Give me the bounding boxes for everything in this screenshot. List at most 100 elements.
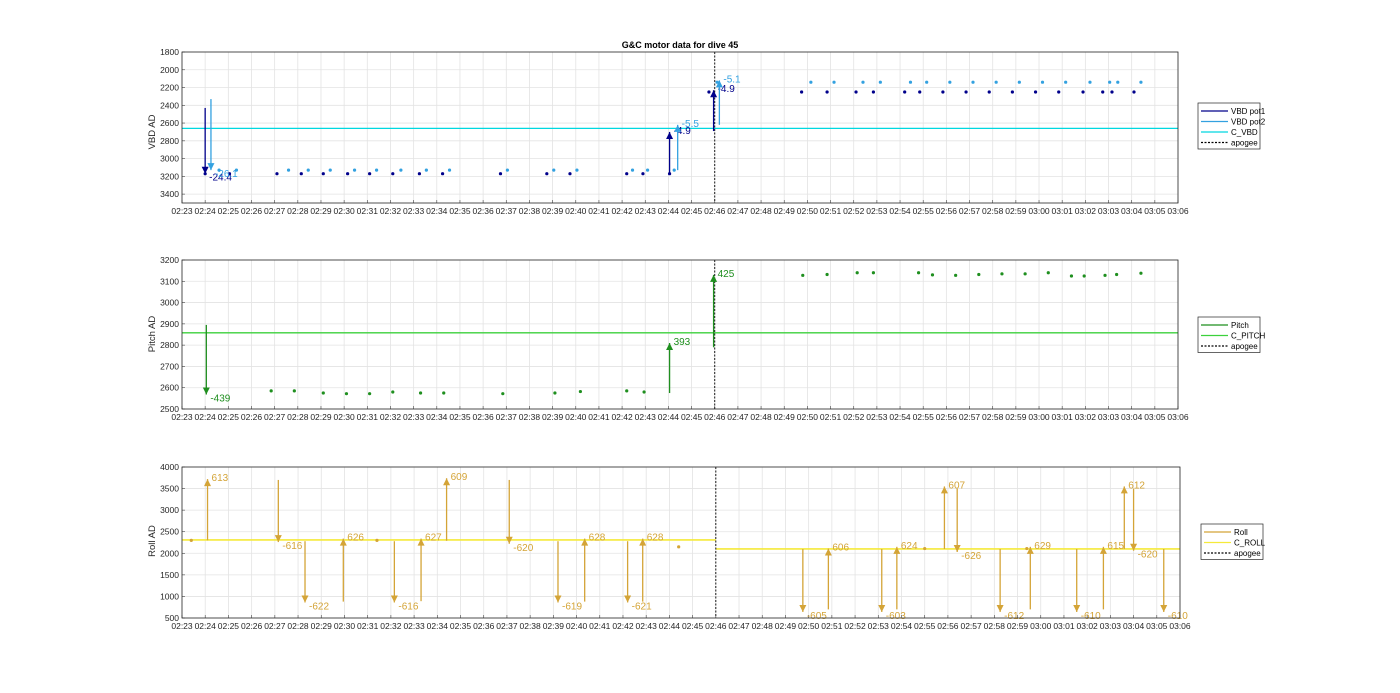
x-tick-label: 02:28 — [287, 621, 309, 631]
x-tick-label: 02:53 — [868, 621, 890, 631]
data-point — [903, 90, 907, 94]
x-tick-label: 02:43 — [635, 206, 657, 216]
data-point — [630, 168, 635, 172]
data-point — [391, 172, 395, 176]
data-point — [645, 168, 650, 172]
x-tick-label: 02:27 — [264, 412, 286, 422]
data-point — [418, 391, 423, 395]
y-tick-label: 1800 — [160, 47, 179, 57]
x-tick-label: 02:35 — [449, 206, 471, 216]
x-tick-label: 02:40 — [565, 412, 587, 422]
x-tick-label: 02:45 — [681, 412, 703, 422]
data-point — [1116, 80, 1120, 84]
x-tick-label: 02:45 — [681, 206, 703, 216]
x-tick-label: 02:42 — [611, 206, 633, 216]
annotation-label: -619 — [562, 601, 582, 612]
annotation-label: 612 — [1128, 480, 1145, 491]
x-tick-label: 02:33 — [403, 621, 425, 631]
data-point — [707, 90, 711, 94]
y-tick-label: 2000 — [160, 548, 179, 558]
roll-y-axis-label: Roll AD — [147, 525, 158, 557]
annotation-label: -616 — [282, 541, 302, 552]
roll-panel: Roll AD 02:23 02:24 02:25 02:26 02:27 02:28 02… — [147, 462, 1266, 631]
data-point — [1101, 90, 1105, 94]
x-tick-label: 03:01 — [1052, 206, 1074, 216]
legend-entry: C_VBD — [1231, 128, 1258, 137]
data-point — [501, 392, 505, 396]
x-tick-label: 02:55 — [913, 206, 935, 216]
annotation-label: 626 — [347, 533, 364, 544]
x-tick-label: 02:34 — [427, 621, 449, 631]
data-point — [800, 90, 804, 94]
x-tick-label: 02:34 — [426, 206, 448, 216]
data-point — [832, 80, 836, 84]
annotation-label: 606 — [832, 543, 849, 554]
annotation-label: -620 — [513, 543, 533, 554]
x-tick-label: 02:33 — [403, 412, 425, 422]
x-tick-label: 02:49 — [775, 621, 797, 631]
x-tick-label: 02:34 — [426, 412, 448, 422]
x-tick-label: 02:32 — [380, 206, 402, 216]
data-point — [352, 168, 357, 172]
x-tick-label: 03:00 — [1030, 621, 1052, 631]
annotation-label: 624 — [901, 541, 918, 552]
data-point — [941, 90, 945, 94]
pitch-panel: Pitch AD 02:23 02:24 02:25 02:26 02:27 02:28 0… — [147, 255, 1265, 422]
data-point — [625, 172, 629, 176]
x-tick-label: 03:00 — [1028, 412, 1050, 422]
x-tick-label: 02:43 — [635, 412, 657, 422]
motor-data-figure: G&C motor data for dive 45 VBD AD 02:23 0… — [147, 40, 1266, 631]
data-point — [442, 391, 446, 395]
x-tick-label: 02:57 — [960, 621, 982, 631]
data-point — [328, 168, 332, 172]
x-tick-label: 03:04 — [1123, 621, 1145, 631]
x-tick-label: 02:54 — [889, 412, 911, 422]
x-tick-label: 02:57 — [959, 206, 981, 216]
pitch-y-axis-label: Pitch AD — [147, 316, 158, 353]
data-point — [286, 168, 291, 172]
data-point — [568, 172, 572, 176]
x-tick-label: 02:31 — [357, 412, 379, 422]
data-point — [948, 80, 952, 84]
y-tick-label: 3400 — [160, 189, 179, 199]
data-point — [368, 172, 372, 176]
data-point — [1017, 80, 1021, 84]
annotation-label: -5.5 — [682, 119, 700, 130]
legend-entry: apogee — [1234, 549, 1261, 558]
data-point — [871, 90, 876, 94]
annotation-label: 609 — [451, 472, 468, 483]
data-point — [908, 80, 913, 84]
y-tick-label: 2700 — [160, 361, 179, 371]
legend-entry: Roll — [1234, 528, 1248, 537]
data-point — [578, 389, 583, 394]
data-point — [1088, 80, 1092, 84]
y-tick-label: 3200 — [160, 171, 179, 181]
x-tick-label: 02:51 — [820, 206, 842, 216]
data-point — [1069, 274, 1074, 278]
data-point — [447, 168, 452, 172]
annotation-label: 628 — [589, 533, 606, 544]
y-tick-label: 3000 — [160, 505, 179, 515]
x-tick-label: 02:35 — [450, 621, 472, 631]
data-point — [1025, 546, 1029, 551]
annotation-label: -616 — [398, 601, 418, 612]
x-tick-label: 02:48 — [752, 621, 774, 631]
annotation-label: 627 — [425, 533, 442, 544]
x-tick-label: 02:40 — [565, 206, 587, 216]
x-tick-label: 02:26 — [241, 412, 263, 422]
x-tick-label: 02:41 — [588, 412, 610, 422]
x-tick-label: 02:58 — [982, 206, 1004, 216]
legend: Roll C_ROLLapogee — [1200, 523, 1266, 560]
x-tick-label: 02:52 — [843, 412, 865, 422]
x-tick-label: 02:55 — [914, 621, 936, 631]
data-point — [930, 273, 935, 277]
x-tick-label: 02:50 — [797, 206, 819, 216]
data-point — [346, 172, 350, 176]
x-tick-label: 03:04 — [1121, 206, 1143, 216]
data-point — [321, 391, 325, 395]
x-tick-label: 02:24 — [195, 206, 217, 216]
x-tick-label: 02:41 — [589, 621, 611, 631]
x-tick-label: 02:46 — [705, 621, 727, 631]
annotation-label: 393 — [674, 337, 691, 348]
data-point — [553, 391, 557, 395]
